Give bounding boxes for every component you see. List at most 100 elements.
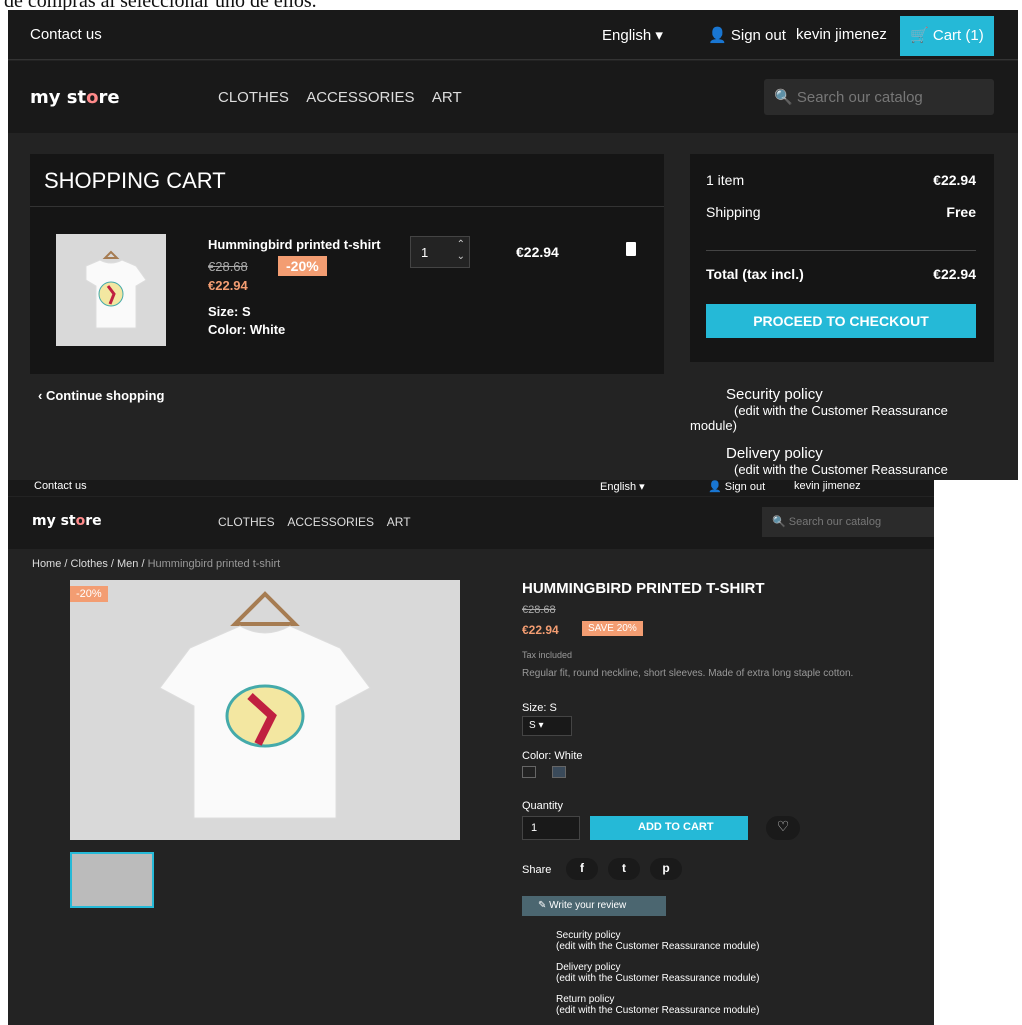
user-icon: 👤: [708, 27, 727, 44]
menu-accessories[interactable]: ACCESSORIES: [287, 515, 374, 529]
menu-clothes[interactable]: CLOTHES: [218, 515, 275, 529]
signout-link[interactable]: 👤 Sign out: [708, 26, 786, 44]
line-total: €22.94: [516, 244, 559, 260]
menu-art[interactable]: ART: [387, 515, 411, 529]
thumbnail-image[interactable]: [70, 852, 154, 908]
discount-badge: -20%: [70, 586, 108, 602]
product-name-link[interactable]: Hummingbird printed t-shirt: [208, 237, 381, 252]
main-nav: my store CLOTHES ACCESSORIES ART 🔍 Searc…: [8, 61, 1018, 133]
policy-desc: (edit with the Customer Reassurance modu…: [556, 941, 760, 952]
product-main-image[interactable]: [70, 580, 460, 840]
product-title: HUMMINGBIRD PRINTED T-SHIRT: [522, 580, 765, 597]
contact-link[interactable]: Contact us: [30, 26, 102, 43]
breadcrumb-clothes[interactable]: Clothes: [71, 558, 108, 570]
user-name[interactable]: kevin jimenez: [794, 480, 861, 492]
quantity-stepper[interactable]: 1 ⌃ ⌄: [410, 236, 470, 268]
tax-note: Tax included: [522, 650, 573, 660]
search-input[interactable]: 🔍 Search our catalog: [764, 79, 994, 115]
product-screenshot: Contact us English ▾ 👤 Sign out kevin ji…: [8, 480, 934, 1025]
pencil-icon: ✎: [538, 900, 547, 911]
contact-link[interactable]: Contact us: [34, 480, 87, 492]
share-label: Share: [522, 864, 552, 876]
trash-icon[interactable]: [626, 242, 636, 256]
product-price: €22.94: [522, 623, 559, 637]
items-row: 1 item €22.94: [706, 172, 976, 188]
category-menu: CLOTHES ACCESSORIES ART: [218, 89, 476, 106]
page-caption: de compras al seleccionar uno de ellos.: [0, 0, 1022, 10]
language-selector[interactable]: English ▾: [602, 26, 663, 44]
product-thumbnail[interactable]: [56, 234, 166, 346]
product-size: Size: S: [208, 304, 251, 319]
top-bar: Contact us English ▾ 👤 Sign out kevin ji…: [8, 480, 934, 496]
policy-desc: (edit with the Customer Reassurance modu…: [556, 973, 760, 984]
breadcrumb-home[interactable]: Home: [32, 558, 61, 570]
breadcrumb-men[interactable]: Men: [117, 558, 138, 570]
heart-icon[interactable]: ♡: [766, 816, 800, 840]
policy-title: Security policy: [556, 930, 621, 941]
discount-badge: -20%: [278, 256, 327, 276]
write-review-button[interactable]: ✎ Write your review: [522, 896, 666, 916]
cart-button[interactable]: 🛒 Cart (1): [900, 16, 994, 56]
top-bar: Contact us English ▾ 👤 Sign out kevin ji…: [8, 10, 1018, 60]
product-description: Regular fit, round neckline, short sleev…: [522, 668, 854, 679]
chevron-left-icon: ‹: [38, 388, 43, 403]
category-menu: CLOTHES ACCESSORIES ART: [218, 515, 421, 529]
delivery-policy-title: Delivery policy: [726, 445, 823, 462]
search-icon: 🔍: [774, 89, 793, 106]
cart-label: Cart (1): [932, 27, 984, 44]
product-old-price: €28.68: [522, 604, 556, 616]
chevron-down-icon[interactable]: ⌄: [457, 251, 465, 262]
continue-label: Continue shopping: [45, 388, 165, 403]
product-old-price: €28.68: [208, 259, 248, 274]
cart-summary: 1 item €22.94 Shipping Free Total (tax i…: [690, 154, 994, 362]
product-color: Color: White: [208, 322, 286, 337]
policy-title: Return policy: [556, 994, 615, 1005]
color-swatch-black[interactable]: [522, 766, 536, 778]
items-value: €22.94: [933, 172, 976, 188]
menu-accessories[interactable]: ACCESSORIES: [306, 89, 414, 106]
security-policy-desc2: module): [690, 418, 737, 433]
pinterest-icon[interactable]: p: [650, 858, 682, 880]
user-icon: 👤: [708, 481, 722, 493]
shipping-label: Shipping: [706, 204, 761, 220]
menu-art[interactable]: ART: [432, 89, 462, 106]
size-select[interactable]: S ▾: [522, 716, 572, 736]
product-price: €22.94: [208, 278, 248, 293]
reassurance-item: Return policy (edit with the Customer Re…: [556, 994, 759, 1016]
breadcrumb-current: Hummingbird printed t-shirt: [147, 558, 281, 570]
policy-title: Delivery policy: [556, 962, 621, 973]
search-icon: 🔍: [772, 516, 786, 528]
continue-shopping-link[interactable]: ‹ Continue shopping: [38, 388, 164, 403]
save-badge: SAVE 20%: [582, 621, 643, 636]
search-placeholder: Search our catalog: [788, 516, 882, 528]
menu-clothes[interactable]: CLOTHES: [218, 89, 289, 106]
policy-desc: (edit with the Customer Reassurance modu…: [556, 1005, 760, 1016]
quantity-label: Quantity: [522, 800, 563, 812]
items-label: 1 item: [706, 172, 745, 188]
shipping-value: Free: [946, 204, 976, 220]
twitter-icon[interactable]: t: [608, 858, 640, 880]
color-swatch-white[interactable]: [552, 766, 566, 778]
total-label: Total (tax incl.): [706, 266, 804, 282]
store-logo[interactable]: my store: [30, 87, 120, 108]
signout-label: Sign out: [730, 27, 786, 44]
breadcrumb: Home / Clothes / Men / Hummingbird print…: [32, 558, 281, 570]
search-input[interactable]: 🔍 Search our catalog: [762, 507, 934, 537]
chevron-up-icon[interactable]: ⌃: [457, 239, 465, 250]
facebook-icon[interactable]: f: [566, 858, 598, 880]
search-placeholder: Search our catalog: [796, 89, 923, 106]
add-to-cart-button[interactable]: ADD TO CART: [590, 816, 748, 840]
user-name[interactable]: kevin jimenez: [796, 26, 887, 43]
divider: [30, 206, 664, 207]
store-logo[interactable]: my store: [32, 513, 102, 529]
divider: [706, 250, 976, 251]
total-row: Total (tax incl.) €22.94: [706, 266, 976, 282]
security-policy-title: Security policy: [726, 386, 823, 403]
checkout-button[interactable]: PROCEED TO CHECKOUT: [706, 304, 976, 338]
signout-link[interactable]: 👤 Sign out: [708, 480, 765, 493]
quantity-stepper[interactable]: 1: [522, 816, 580, 840]
language-selector[interactable]: English ▾: [600, 480, 645, 493]
cart-icon: 🛒: [910, 27, 929, 44]
size-label: Size: S: [522, 702, 557, 714]
security-policy-desc: (edit with the Customer Reassurance: [734, 403, 948, 418]
